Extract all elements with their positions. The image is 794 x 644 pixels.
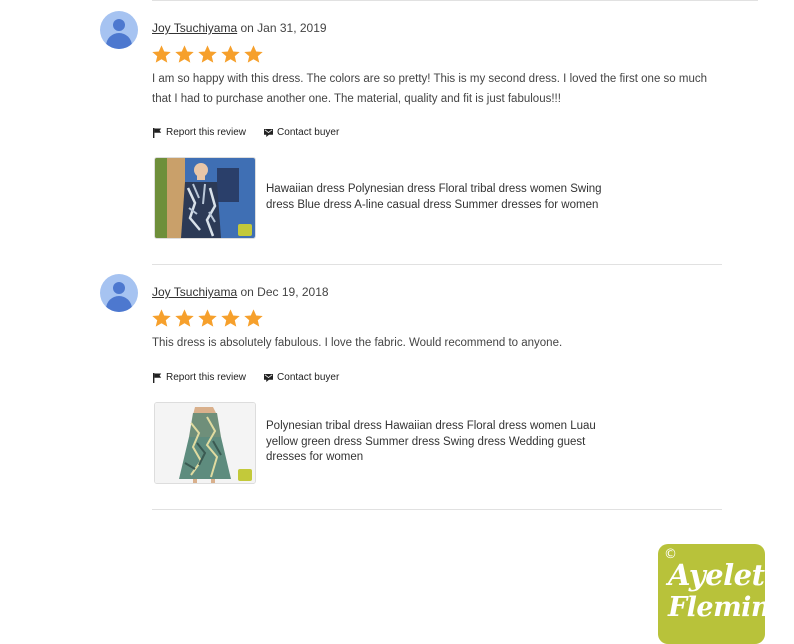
star-icon [244,309,263,327]
avatar[interactable] [100,274,138,312]
top-divider [152,0,758,1]
date-prefix: on [237,21,258,35]
review-actions: Report this review Contact buyer [153,372,339,383]
star-icon [244,45,263,63]
reviewer-name-link[interactable]: Joy Tsuchiyama [152,21,237,35]
brand-mini-logo [238,224,252,236]
flag-icon [153,372,162,383]
report-review-label: Report this review [166,127,247,138]
star-icon [221,45,240,63]
message-icon [264,128,274,137]
listing-title-link[interactable]: Polynesian tribal dress Hawaiian dress F… [266,419,626,466]
star-rating [151,308,264,330]
contact-buyer-label: Contact buyer [277,372,340,383]
review-divider [152,264,722,265]
star-icon [152,45,171,63]
review-actions: Report this review Contact buyer [153,127,339,138]
brand-mini-logo [238,469,252,481]
date-prefix: on [237,285,258,299]
avatar-shoulders [106,33,132,49]
review-divider [152,509,722,510]
star-rating [151,44,264,66]
review-date: Dec 19, 2018 [257,285,329,299]
report-review-label: Report this review [166,372,247,383]
flag-icon [153,127,162,138]
contact-buyer-button[interactable]: Contact buyer [264,372,339,383]
watermark-line1: Ayelet [668,558,765,592]
avatar-head [113,282,125,294]
report-review-button[interactable]: Report this review [153,127,246,138]
star-icon [175,309,194,327]
reviewer-name-link[interactable]: Joy Tsuchiyama [152,285,237,299]
avatar-shoulders [106,296,132,312]
listing-thumbnail[interactable] [154,402,256,484]
review-date: Jan 31, 2019 [257,21,327,35]
review-text: This dress is absolutely fabulous. I lov… [152,337,563,349]
brand-watermark: © Ayelet Fleming [658,544,789,644]
review-byline: Joy Tsuchiyama on Jan 31, 2019 [152,21,327,35]
message-icon [264,373,274,382]
review-byline: Joy Tsuchiyama on Dec 19, 2018 [152,285,329,299]
star-icon [221,309,240,327]
watermark-line2: Fleming [668,592,789,623]
listing-title-link[interactable]: Hawaiian dress Polynesian dress Floral t… [266,182,626,213]
star-icon [152,309,171,327]
listing-thumbnail[interactable] [154,157,256,239]
report-review-button[interactable]: Report this review [153,372,246,383]
review-text: I am so happy with this dress. The color… [152,73,708,105]
contact-buyer-label: Contact buyer [277,127,340,138]
star-icon [198,45,217,63]
star-icon [198,309,217,327]
avatar[interactable] [100,11,138,49]
avatar-head [113,19,125,31]
contact-buyer-button[interactable]: Contact buyer [264,127,339,138]
star-icon [175,45,194,63]
